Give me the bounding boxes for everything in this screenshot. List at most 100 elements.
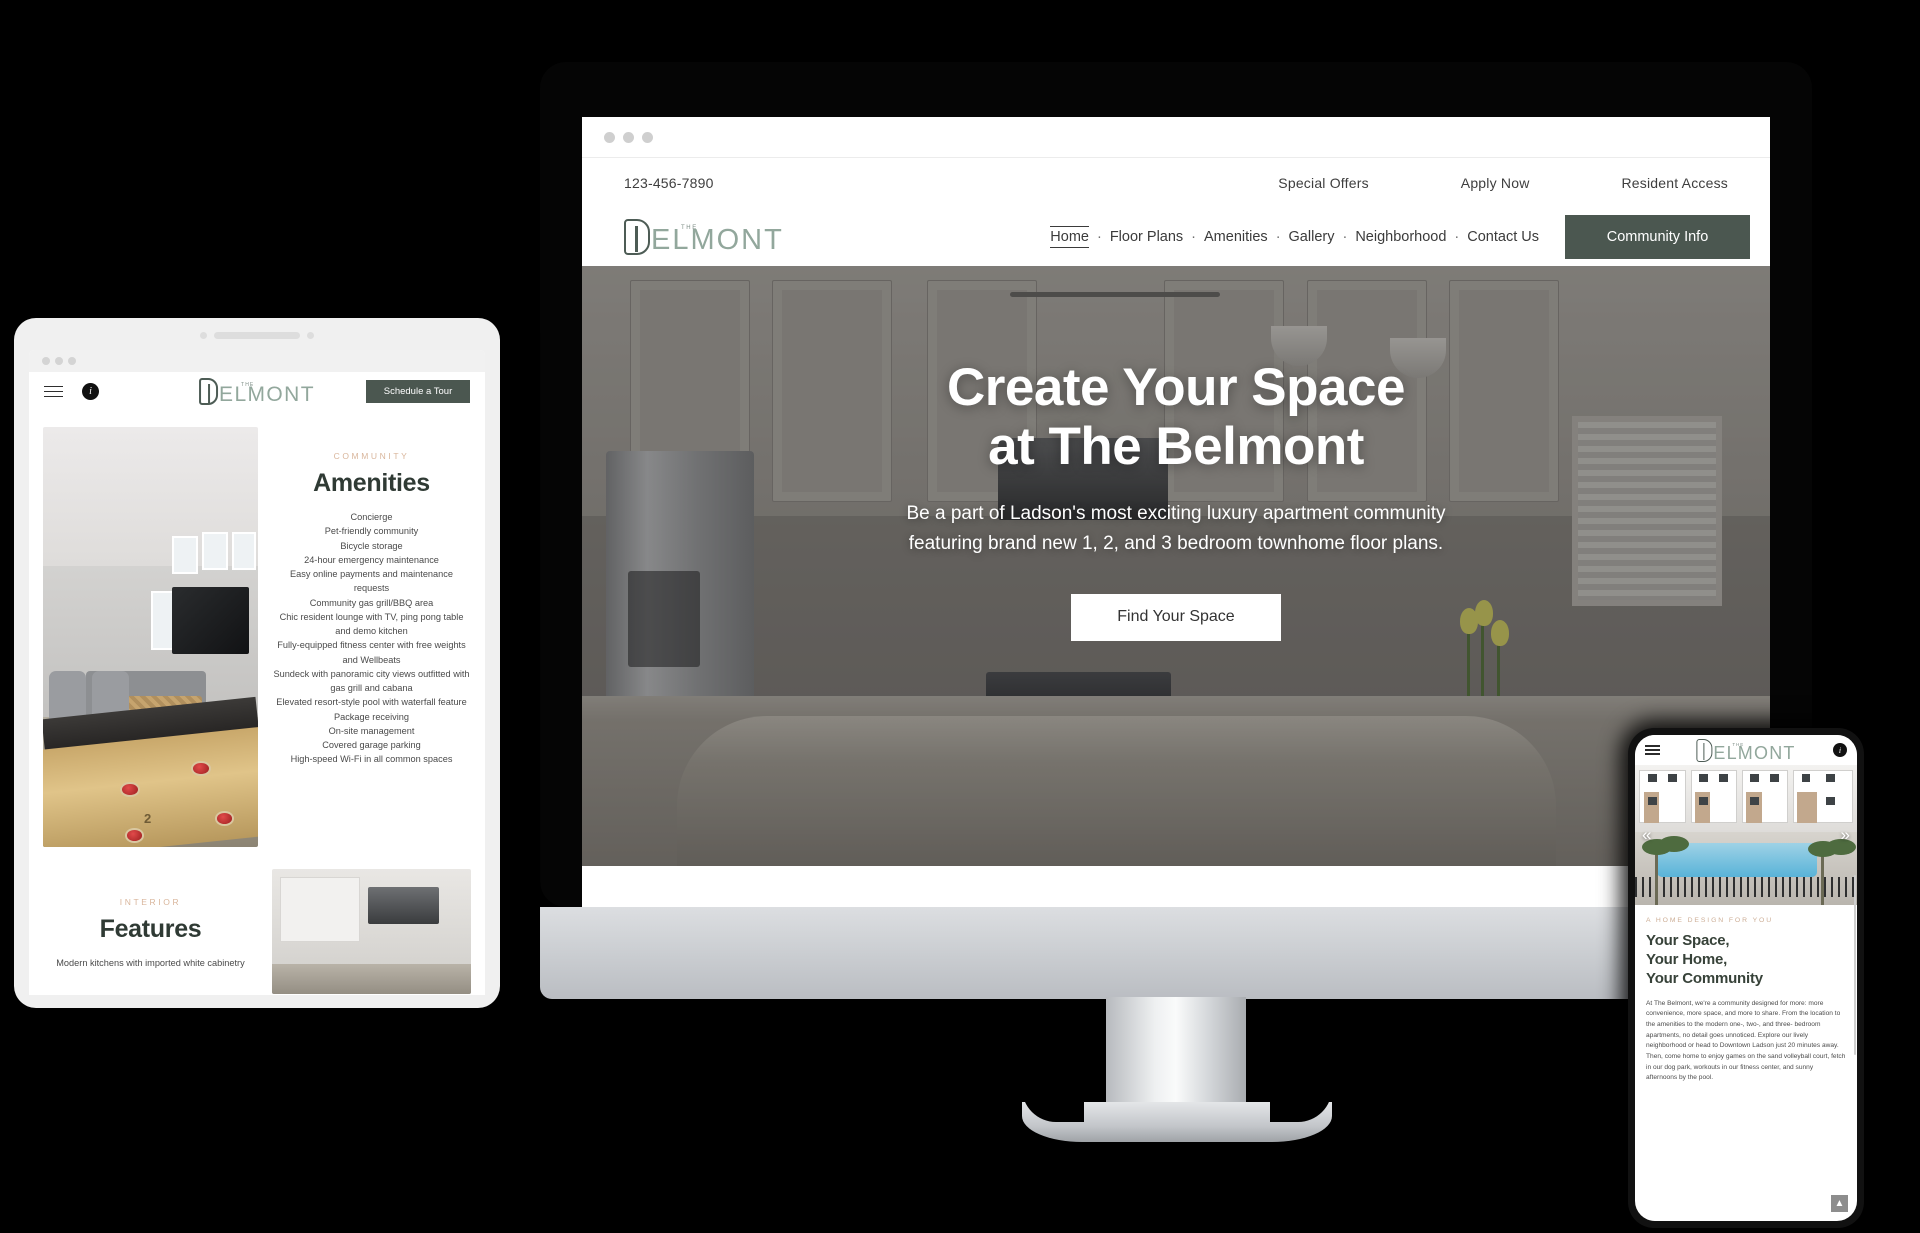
nav-separator: ·: [1096, 229, 1102, 245]
nav-separator: ·: [1191, 229, 1197, 245]
tablet-sensor-left: [200, 332, 207, 339]
browser-dot-yellow[interactable]: [623, 131, 634, 143]
mockup-stage: 123-456-7890 Special Offers Apply Now Re…: [0, 0, 1920, 1233]
hero-section: Create Your Space at The Belmont Be a pa…: [582, 266, 1770, 866]
features-section: INTERIOR Features Modern kitchens with i…: [29, 847, 485, 994]
nav-item-contact-us[interactable]: Contact Us: [1467, 229, 1539, 245]
tablet-page-body: Amenities: [29, 383, 485, 994]
schedule-a-tour-button[interactable]: Schedule a Tour: [366, 380, 470, 403]
nav-separator: ·: [1342, 229, 1348, 245]
site-logo[interactable]: THE ELMONT: [624, 219, 784, 255]
browser-dot-green[interactable]: [642, 131, 653, 143]
image-carousel[interactable]: « »: [1635, 765, 1857, 905]
phone-heading: Your Space, Your Home, Your Community: [1646, 931, 1846, 989]
phone-screen: THE ELMONT i « » A HOME DESIGN FOR YOU Y…: [1635, 735, 1857, 1221]
logo-wordmark: THE ELMONT: [651, 224, 784, 256]
tablet-site-header: i THE ELMONT Schedule a Tour: [29, 372, 485, 411]
hero-title-line-1: Create Your Space: [947, 358, 1405, 417]
list-item: Covered garage parking: [322, 740, 421, 750]
browser-dot-red[interactable]: [42, 357, 50, 365]
list-item: Chic resident lounge with TV, ping pong …: [279, 611, 464, 636]
find-your-space-button[interactable]: Find Your Space: [1071, 593, 1281, 641]
main-navigation: THE ELMONT Home · Floor Plans · Amenitie…: [582, 208, 1770, 266]
scroll-to-top-button[interactable]: ▲: [1831, 1195, 1848, 1212]
utility-bar: 123-456-7890 Special Offers Apply Now Re…: [582, 158, 1770, 208]
list-item: 24-hour emergency maintenance: [304, 554, 439, 565]
browser-dot-yellow[interactable]: [55, 357, 63, 365]
list-item: Pet-friendly community: [324, 526, 419, 537]
list-item: Package receiving: [333, 711, 410, 722]
lounge-photo: 2: [43, 427, 258, 847]
chevron-up-icon: ▲: [1834, 1198, 1845, 1209]
monitor-stand-foot: [1022, 1080, 1332, 1142]
features-text-column: INTERIOR Features Modern kitchens with i…: [43, 869, 258, 994]
tablet-speaker: [214, 332, 300, 339]
phone-heading-line-1: Your Space,: [1646, 932, 1730, 949]
features-text: Modern kitchens with imported white cabi…: [56, 958, 245, 968]
carousel-prev-icon[interactable]: «: [1642, 825, 1651, 845]
site-logo[interactable]: THE ELMONT: [1696, 738, 1796, 763]
list-item: High-speed Wi-Fi in all common spaces: [290, 754, 453, 765]
hero-title: Create Your Space at The Belmont: [582, 358, 1770, 477]
desktop-device-mockup: 123-456-7890 Special Offers Apply Now Re…: [540, 62, 1812, 1142]
desktop-screen: 123-456-7890 Special Offers Apply Now Re…: [582, 117, 1770, 907]
nav-separator: ·: [1275, 229, 1281, 245]
logo-b-mark-icon: [624, 219, 650, 255]
logo-belmont-text: ELMONT: [219, 383, 315, 406]
utility-link-resident-access[interactable]: Resident Access: [1622, 175, 1729, 191]
info-icon[interactable]: i: [82, 383, 99, 400]
phone-content: A HOME DESIGN FOR YOU Your Space, Your H…: [1635, 905, 1857, 1084]
page-scrollbar[interactable]: [1854, 875, 1856, 1055]
phone-device-mockup: THE ELMONT i « » A HOME DESIGN FOR YOU Y…: [1628, 728, 1864, 1228]
nav-separator: ·: [1454, 229, 1460, 245]
monitor-chin: [540, 907, 1812, 999]
list-item: On-site management: [328, 725, 415, 736]
list-item: Concierge: [350, 512, 393, 522]
utility-link-special-offers[interactable]: Special Offers: [1278, 175, 1368, 191]
nav-item-amenities[interactable]: Amenities: [1204, 229, 1268, 245]
logo-belmont-text: ELMONT: [651, 224, 784, 256]
phone-heading-line-2: Your Home,: [1646, 951, 1728, 969]
features-heading: Features: [99, 915, 202, 943]
amenities-eyebrow: COMMUNITY: [333, 451, 410, 461]
hero-subtitle: Be a part of Ladson's most exciting luxu…: [582, 499, 1770, 560]
hero-subtitle-line-1: Be a part of Ladson's most exciting luxu…: [906, 502, 1446, 524]
carousel-next-icon[interactable]: »: [1841, 825, 1850, 845]
list-item: Fully-equipped fitness center with free …: [277, 640, 466, 665]
hamburger-icon[interactable]: [44, 382, 63, 400]
list-item: Elevated resort-style pool with waterfal…: [276, 697, 467, 708]
browser-dot-red[interactable]: [604, 131, 615, 143]
community-info-button[interactable]: Community Info: [1565, 215, 1750, 259]
tablet-notch: [200, 332, 314, 339]
nav-item-home[interactable]: Home: [1050, 226, 1089, 248]
nav-item-gallery[interactable]: Gallery: [1289, 229, 1335, 245]
logo-b-mark-icon: [1696, 738, 1713, 762]
list-item: Bicycle storage: [340, 540, 403, 551]
phone-eyebrow: A HOME DESIGN FOR YOU: [1646, 917, 1774, 924]
amenities-heading: Amenities: [313, 469, 430, 497]
utility-link-apply-now[interactable]: Apply Now: [1461, 175, 1530, 191]
tablet-sensor-right: [307, 332, 314, 339]
list-item: Easy online payments and maintenance req…: [290, 569, 453, 594]
phone-number-link[interactable]: 123-456-7890: [624, 175, 714, 191]
info-icon[interactable]: i: [1833, 743, 1847, 757]
nav-item-floor-plans[interactable]: Floor Plans: [1110, 229, 1183, 245]
phone-heading-line-3: Your Community: [1646, 970, 1763, 988]
logo-wordmark: THE ELMONT: [1713, 742, 1796, 763]
logo-wordmark: THE ELMONT: [219, 383, 315, 406]
list-item: Sundeck with panoramic city views outfit…: [273, 668, 470, 693]
logo-b-mark-icon: [199, 378, 219, 405]
tablet-screen: i THE ELMONT Schedule a Tour Amenities: [29, 350, 485, 995]
browser-chrome: [582, 117, 1770, 158]
list-item: Community gas grill/BBQ area: [309, 597, 434, 608]
hero-content: Create Your Space at The Belmont Be a pa…: [582, 266, 1770, 641]
features-eyebrow: INTERIOR: [119, 897, 182, 907]
site-logo[interactable]: THE ELMONT: [199, 378, 315, 405]
logo-the-text: THE: [681, 225, 698, 231]
logo-belmont-text: ELMONT: [1713, 742, 1796, 763]
hamburger-icon[interactable]: [1645, 742, 1660, 757]
phone-site-header: THE ELMONT i: [1635, 735, 1857, 765]
browser-dot-green[interactable]: [68, 357, 76, 365]
nav-item-neighborhood[interactable]: Neighborhood: [1355, 229, 1446, 245]
hero-subtitle-line-2: featuring brand new 1, 2, and 3 bedroom …: [908, 533, 1444, 555]
